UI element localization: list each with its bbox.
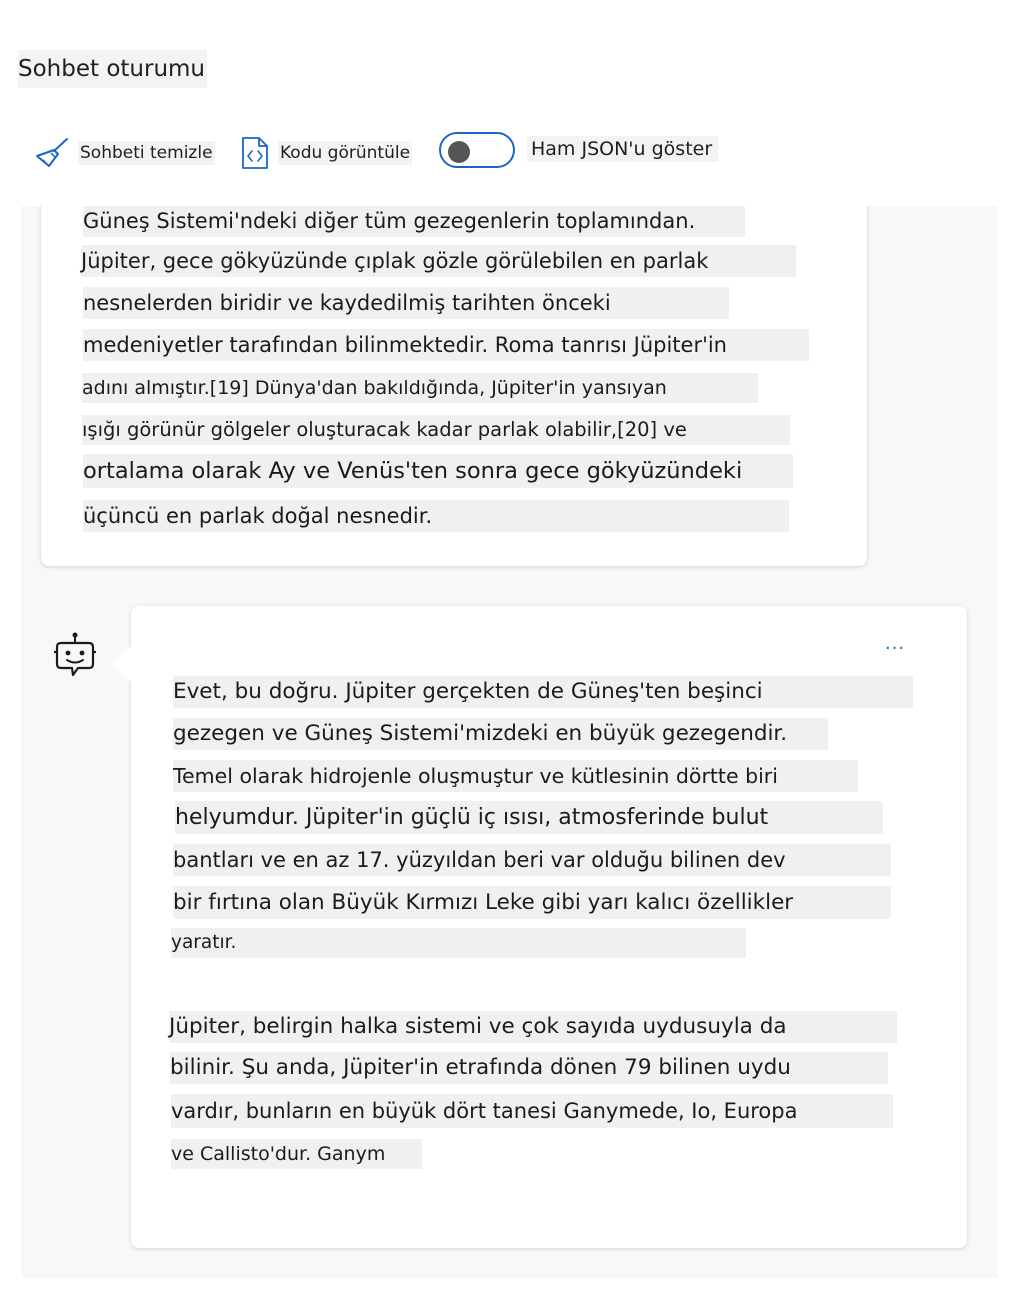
message-line: Güneş Sistemi'ndeki diğer tüm gezegenler… <box>83 206 745 237</box>
more-options-button[interactable]: ... <box>881 634 909 654</box>
bot-icon <box>54 632 96 677</box>
message-line: nesnelerden biridir ve kaydedilmiş tarih… <box>83 287 729 319</box>
show-json-label: Ham JSON'u göster <box>527 136 719 162</box>
message-line: ve Callisto'dur. Ganym <box>171 1139 422 1169</box>
message-line: Evet, bu doğru. Jüpiter gerçekten de Gün… <box>173 676 913 708</box>
message-line: Jüpiter, gece gökyüzünde çıplak gözle gö… <box>81 245 796 277</box>
message-line: bantları ve en az 17. yüzyıldan beri var… <box>173 844 891 876</box>
user-message-card: Güneş Sistemi'ndeki diğer tüm gezegenler… <box>41 206 867 566</box>
message-line: ortalama olarak Ay ve Venüs'ten sonra ge… <box>83 454 793 488</box>
message-tail <box>113 646 131 682</box>
message-line: üçüncü en parlak doğal nesnedir. <box>83 500 789 532</box>
clear-chat-button[interactable]: Sohbeti temizle <box>34 130 215 176</box>
message-line: yaratır. <box>171 928 746 958</box>
clear-chat-label: Sohbeti temizle <box>78 141 215 165</box>
message-line: Temel olarak hidrojenle oluşmuştur ve kü… <box>173 760 858 792</box>
broom-icon <box>36 138 68 167</box>
message-line: gezegen ve Güneş Sistemi'mizdeki en büyü… <box>173 718 828 750</box>
message-line: bir fırtına olan Büyük Kırmızı Leke gibi… <box>173 886 891 919</box>
message-line: ışığı görünür gölgeler oluşturacak kadar… <box>82 415 790 445</box>
message-line: helyumdur. Jüpiter'in güçlü iç ısısı, at… <box>175 801 883 834</box>
page-title: Sohbet oturumu <box>18 50 208 88</box>
chat-toolbar: Sohbeti temizle Kodu görüntüle Ham JSON'… <box>34 130 734 176</box>
message-line: adını almıştır.[19] Dünya'dan bakıldığın… <box>82 373 758 403</box>
view-code-label: Kodu görüntüle <box>278 141 413 165</box>
message-line: Jüpiter, belirgin halka sistemi ve çok s… <box>169 1011 897 1043</box>
view-code-button[interactable]: Kodu görüntüle <box>240 130 413 176</box>
message-line: bilinir. Şu anda, Jüpiter'in etrafında d… <box>170 1052 888 1084</box>
toggle-knob <box>448 141 470 163</box>
message-line: vardır, bunların en büyük dört tanesi Ga… <box>171 1094 893 1128</box>
show-json-toggle[interactable] <box>439 132 515 168</box>
assistant-message-card: ... Evet, bu doğru. Jüpiter gerçekten de… <box>113 606 967 1248</box>
code-file-icon <box>242 137 268 169</box>
message-line: medeniyetler tarafından bilinmektedir. R… <box>83 329 809 361</box>
chat-history[interactable]: Güneş Sistemi'ndeki diğer tüm gezegenler… <box>21 206 997 1278</box>
